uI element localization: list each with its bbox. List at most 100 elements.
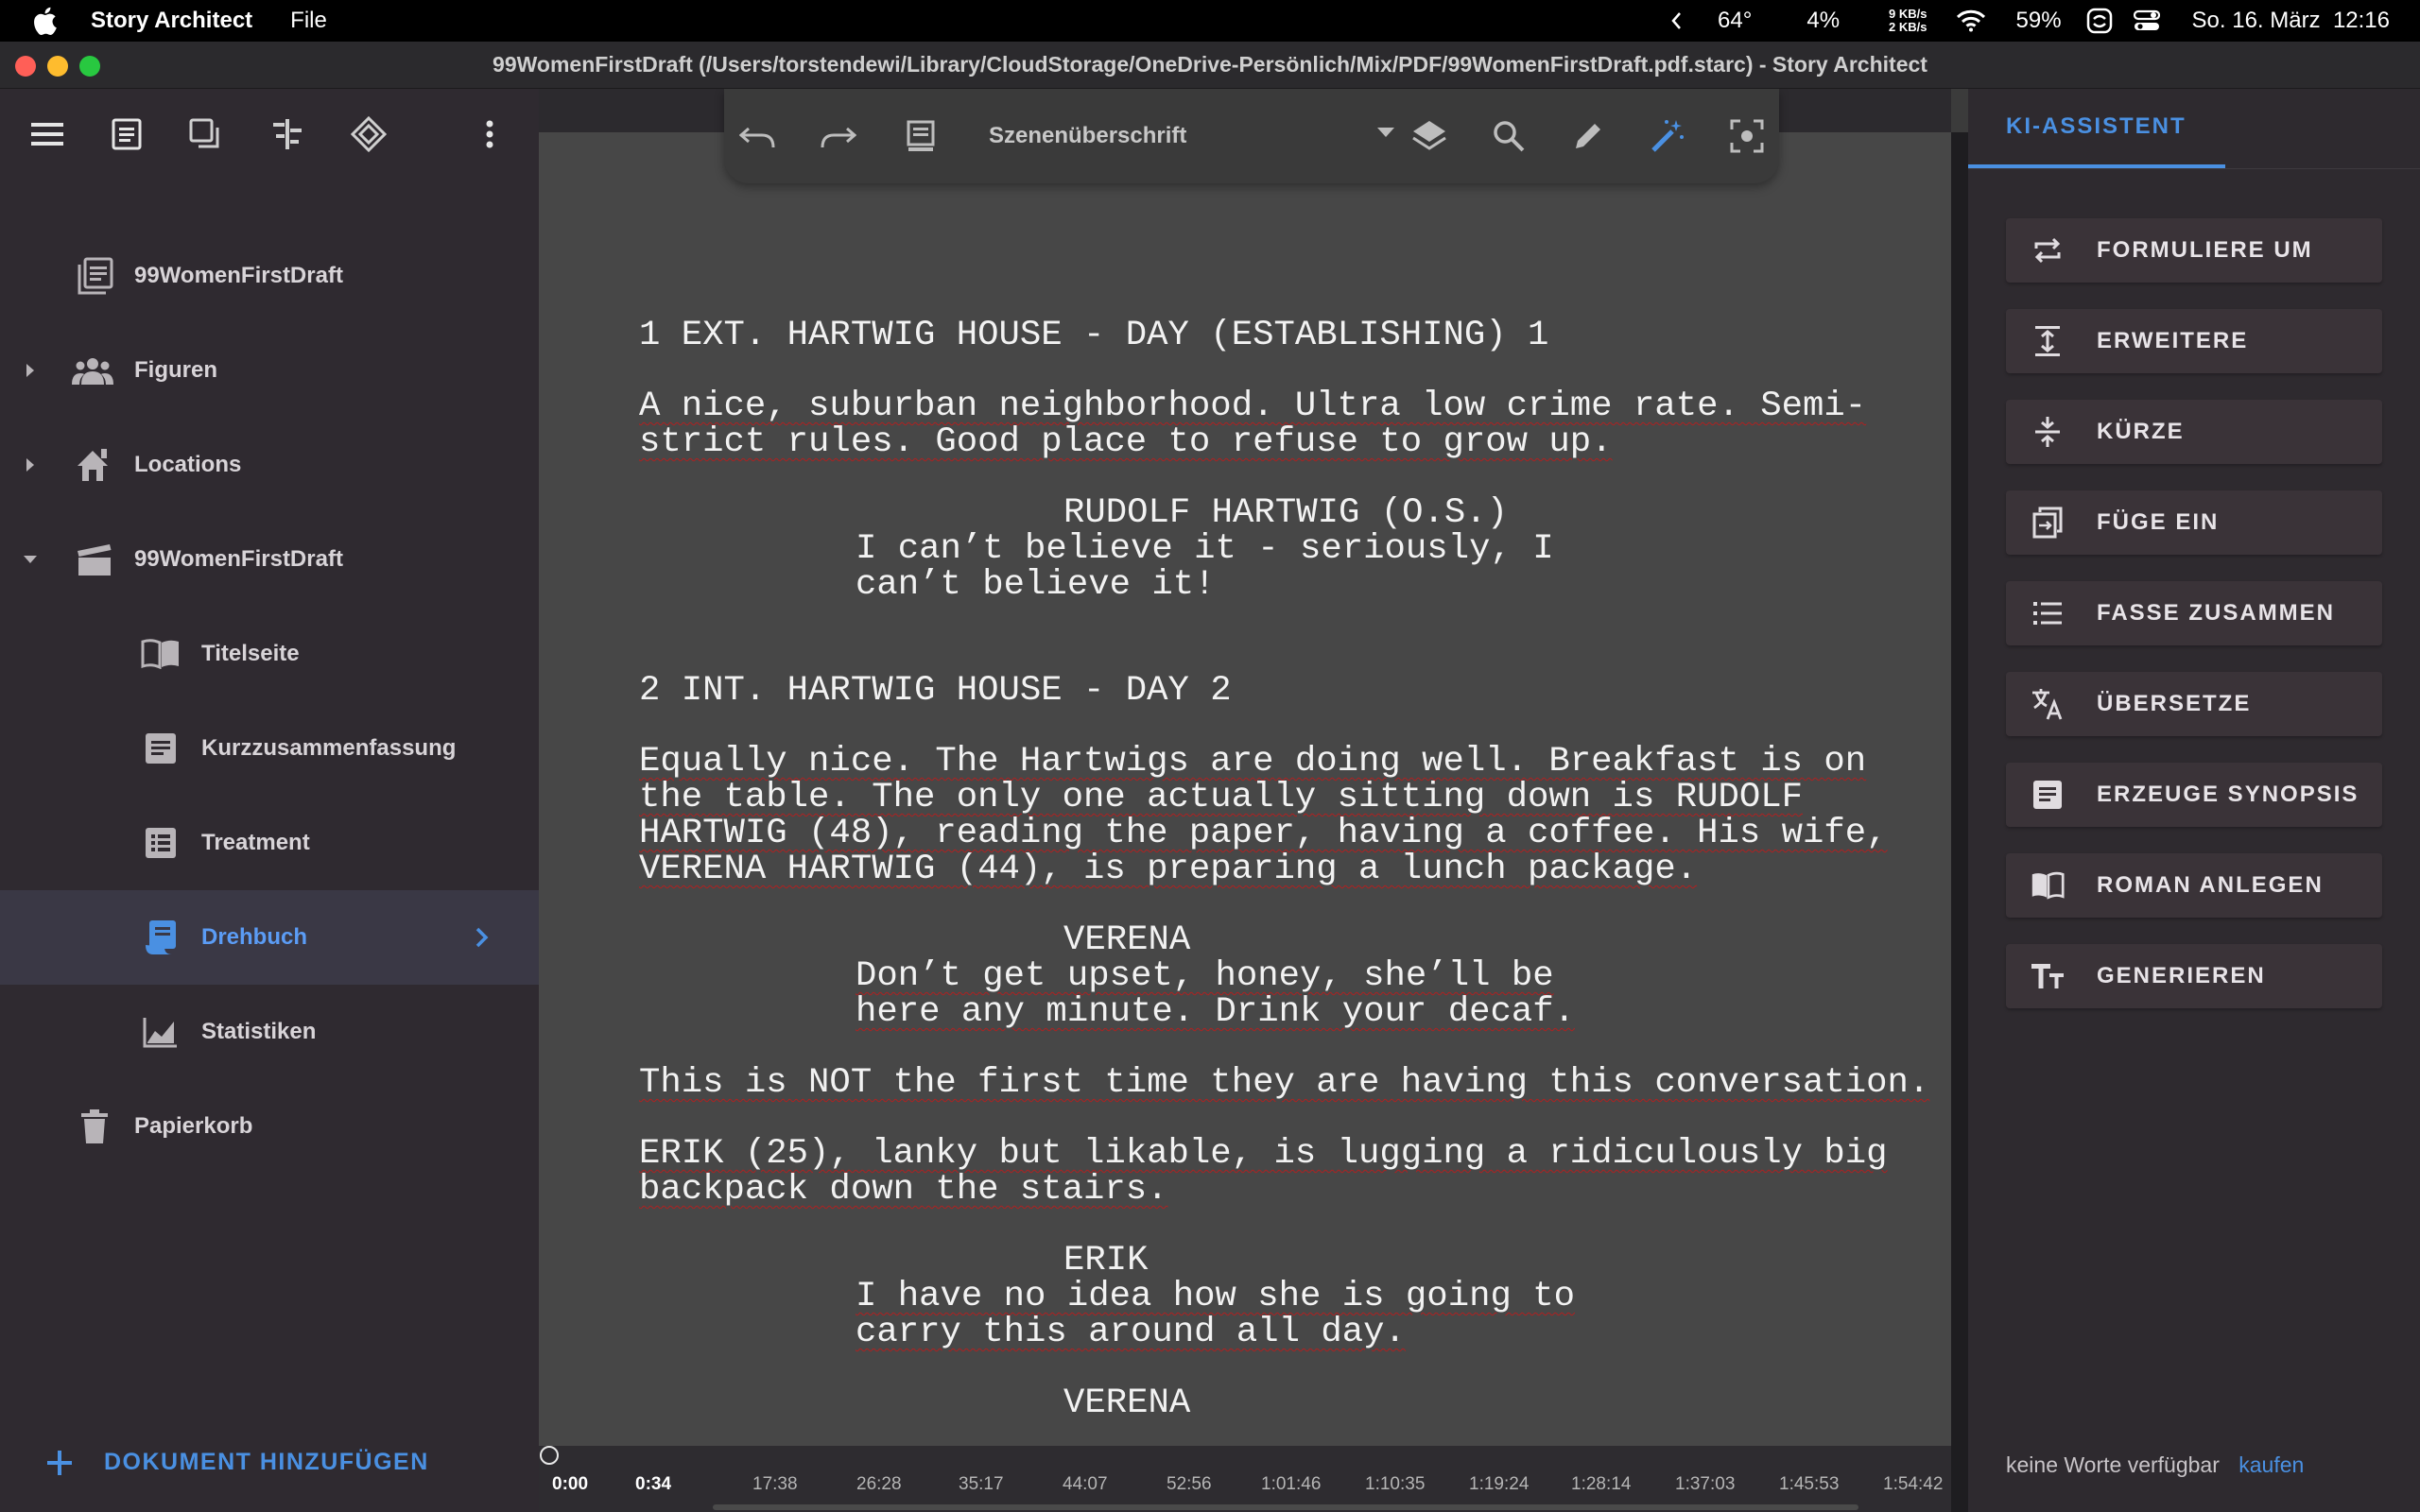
expand-arrow-icon[interactable] (21, 455, 40, 474)
timeline-label: 17:38 (752, 1474, 798, 1494)
plus-icon (47, 1450, 72, 1475)
dialogue-line[interactable]: Don’t get upset, honey, she’ll be (856, 958, 1554, 995)
structure-diamond-icon[interactable] (350, 115, 388, 153)
paragraph-style-select[interactable]: Szenenüberschrift (989, 117, 1395, 155)
collapse-arrow-icon[interactable] (21, 550, 40, 569)
create-novel-button[interactable]: ROMAN ANLEGEN (2006, 853, 2382, 918)
generate-button[interactable]: GENERIEREN (2006, 944, 2382, 1008)
date-time[interactable]: So. 16. März 12:16 (2192, 0, 2390, 42)
sidebar-item-papierkorb[interactable]: Papierkorb (0, 1079, 539, 1174)
timeline-scrubber-handle[interactable] (540, 1446, 559, 1465)
temperature-status[interactable]: 64° (1718, 0, 1752, 42)
sidebar-item-figuren[interactable]: Figuren (0, 323, 539, 418)
expand-button[interactable]: ERWEITERE (2006, 309, 2382, 373)
action-line[interactable]: ERIK (25), lanky but likable, is lugging… (639, 1136, 1888, 1173)
apple-icon[interactable] (32, 7, 60, 35)
menu-file[interactable]: File (290, 8, 327, 34)
summarize-icon (2031, 596, 2065, 630)
dialogue-line[interactable]: can’t believe it! (856, 567, 1216, 604)
dialogue-line[interactable]: here any minute. Drink your decaf. (856, 994, 1575, 1031)
action-line[interactable]: This is NOT the first time they are havi… (639, 1065, 1929, 1102)
character-cue[interactable]: RUDOLF HARTWIG (O.S.) (1063, 495, 1508, 532)
sidebar-item-label: 99WomenFirstDraft (134, 263, 343, 288)
translate-icon (2031, 687, 2065, 721)
format-toolbar: Szenenüberschrift (724, 89, 1779, 183)
summarize-button[interactable]: FASSE ZUSAMMEN (2006, 581, 2382, 645)
script-timeline[interactable]: 0:00 0:34 17:38 26:28 35:17 44:07 52:56 … (539, 1446, 1951, 1512)
zoom-window-button[interactable] (79, 56, 100, 77)
buy-link[interactable]: kaufen (2238, 1452, 2304, 1477)
sidebar-item-project[interactable]: 99WomenFirstDraft (0, 229, 539, 323)
horizontal-scrollbar[interactable] (713, 1504, 1858, 1510)
panel-splitter[interactable] (1951, 89, 1968, 1512)
action-line[interactable]: backpack down the stairs. (639, 1172, 1168, 1209)
search-icon[interactable] (1490, 117, 1528, 155)
rephrase-button[interactable]: FORMULIERE UM (2006, 218, 2382, 283)
dialogue-line[interactable]: I can’t believe it - seriously, I (856, 531, 1554, 568)
pen-icon[interactable] (1569, 117, 1607, 155)
shorten-button[interactable]: KÜRZE (2006, 400, 2382, 464)
paragraph-style-value: Szenenüberschrift (989, 123, 1187, 148)
dropdown-arrow-icon (1376, 127, 1395, 138)
cards-icon[interactable] (187, 115, 225, 153)
expand-arrow-icon[interactable] (21, 361, 40, 380)
action-line[interactable]: HARTWIG (48), reading the paper, having … (639, 816, 1888, 852)
sidebar-item-drehbuch[interactable]: Drehbuch (0, 890, 539, 985)
control-center-icon[interactable] (2133, 0, 2160, 42)
chevron-left-icon[interactable] (1670, 0, 1682, 42)
generate-synopsis-button[interactable]: ERZEUGE SYNOPSIS (2006, 763, 2382, 827)
cpu-status[interactable]: 4% (1806, 0, 1840, 42)
magic-wand-icon[interactable] (1649, 117, 1686, 155)
undo-icon[interactable] (739, 117, 777, 155)
sidebar-toolbar (0, 89, 539, 180)
document-view-icon[interactable] (108, 115, 146, 153)
rephrase-icon (2031, 233, 2065, 267)
sidebar-item-titelseite[interactable]: Titelseite (0, 607, 539, 701)
sidebar-item-kurzzusammenfassung[interactable]: Kurzzusammenfassung (0, 701, 539, 796)
character-cue[interactable]: VERENA (1063, 1385, 1190, 1422)
action-line[interactable]: the table. The only one actually sitting… (639, 780, 1803, 816)
action-line[interactable]: strict rules. Good place to refuse to gr… (639, 424, 1613, 461)
wifi-icon[interactable] (1956, 0, 1986, 42)
page-view-icon[interactable] (902, 117, 940, 155)
document-icon (140, 728, 182, 769)
redo-icon[interactable] (819, 117, 856, 155)
focus-icon[interactable] (2086, 0, 2113, 42)
dialogue-line[interactable]: I have no idea how she is going to (856, 1279, 1575, 1315)
close-window-button[interactable] (15, 56, 36, 77)
vertical-scrollbar-thumb[interactable] (1951, 89, 1968, 132)
dialogue-line[interactable]: carry this around all day. (856, 1314, 1406, 1351)
window-title: 99WomenFirstDraft (/Users/torstendewi/Li… (493, 52, 1927, 77)
action-line[interactable]: A nice, suburban neighborhood. Ultra low… (639, 388, 1866, 425)
app-menu-name[interactable]: Story Architect (91, 8, 252, 34)
minimize-window-button[interactable] (47, 56, 68, 77)
chart-icon (140, 1011, 182, 1053)
add-document-button[interactable]: DOKUMENT HINZUFÜGEN (47, 1449, 429, 1476)
focus-mode-icon[interactable] (1728, 117, 1766, 155)
timeline-icon[interactable] (268, 115, 306, 153)
novel-icon (2031, 868, 2065, 902)
menu-icon[interactable] (28, 115, 66, 153)
timeline-label: 1:37:03 (1675, 1474, 1736, 1494)
layers-icon[interactable] (1410, 117, 1448, 155)
action-line[interactable]: Equally nice. The Hartwigs are doing wel… (639, 744, 1866, 781)
scene-heading[interactable]: 1 EXT. HARTWIG HOUSE - DAY (ESTABLISHING… (639, 318, 1548, 354)
battery-status[interactable]: 59% (2016, 0, 2062, 42)
action-line[interactable]: VERENA HARTWIG (44), is preparing a lunc… (639, 851, 1697, 888)
sidebar-item-statistiken[interactable]: Statistiken (0, 985, 539, 1079)
sidebar-item-locations[interactable]: Locations (0, 418, 539, 512)
character-cue[interactable]: ERIK (1063, 1243, 1149, 1280)
sidebar-item-treatment[interactable]: Treatment (0, 796, 539, 890)
translate-button[interactable]: ÜBERSETZE (2006, 672, 2382, 736)
word-balance-text: keine Worte verfügbar (2006, 1452, 2220, 1477)
scene-heading[interactable]: 2 INT. HARTWIG HOUSE - DAY 2 (639, 673, 1232, 710)
screenplay-editor[interactable]: Szenenüberschrift 1 EXT. HARTWIG HOUSE -… (539, 89, 1951, 1512)
network-status[interactable]: 9 KB/s 2 KB/s (1889, 0, 1927, 42)
character-cue[interactable]: VERENA (1063, 922, 1190, 959)
sidebar-item-screenplay-project[interactable]: 99WomenFirstDraft (0, 512, 539, 607)
tab-ai-assistant[interactable]: KI-ASSISTENT (1968, 89, 2225, 168)
trash-icon (74, 1106, 115, 1147)
more-vertical-icon[interactable] (471, 115, 509, 153)
chevron-right-icon[interactable] (475, 926, 490, 949)
insert-button[interactable]: FÜGE EIN (2006, 490, 2382, 555)
